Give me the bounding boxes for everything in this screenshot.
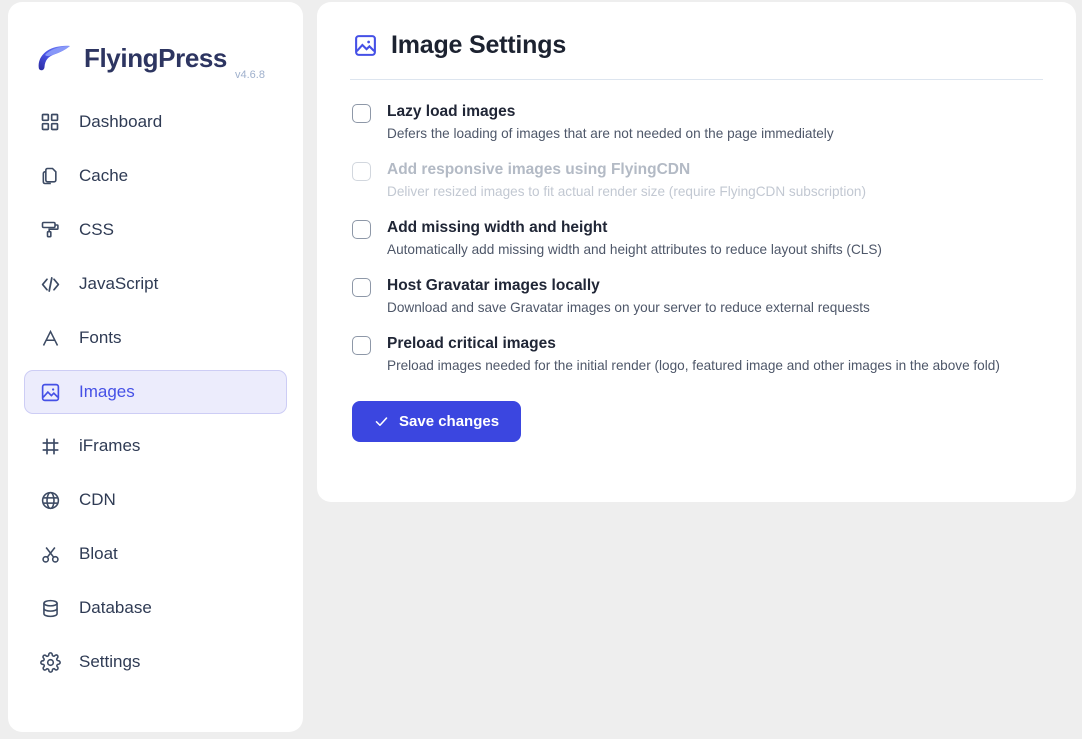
sidebar-item-css[interactable]: CSS	[24, 208, 287, 252]
check-icon	[374, 414, 389, 429]
option-host-gravatar-locally: Host Gravatar images locally Download an…	[352, 276, 1041, 317]
option-description: Download and save Gravatar images on you…	[387, 300, 870, 315]
sidebar-item-label: Bloat	[79, 544, 118, 563]
option-title: Add missing width and height	[387, 219, 608, 236]
grid-icon	[39, 111, 61, 133]
sidebar-item-dashboard[interactable]: Dashboard	[24, 100, 287, 144]
sidebar-item-label: Database	[79, 598, 152, 617]
option-title: Lazy load images	[387, 103, 516, 120]
option-title: Preload critical images	[387, 335, 556, 352]
sidebar-item-fonts[interactable]: Fonts	[24, 316, 287, 360]
sidebar-item-label: Images	[79, 382, 135, 401]
preload-critical-images-checkbox[interactable]	[352, 336, 371, 355]
option-text: Host Gravatar images locally Download an…	[387, 276, 870, 317]
app-root: FlyingPress v4.6.8 Dashboard Cache CSS J…	[0, 0, 1082, 739]
option-description: Preload images needed for the initial re…	[387, 358, 1000, 373]
host-gravatar-locally-checkbox[interactable]	[352, 278, 371, 297]
image-icon	[352, 33, 378, 59]
option-description: Defers the loading of images that are no…	[387, 126, 834, 141]
scissors-icon	[39, 543, 61, 565]
sidebar-nav: Dashboard Cache CSS JavaScript Fonts Ima…	[8, 100, 303, 684]
code-brackets-icon	[39, 273, 61, 295]
globe-icon	[39, 489, 61, 511]
sidebar-item-database[interactable]: Database	[24, 586, 287, 630]
sidebar-item-iframes[interactable]: iFrames	[24, 424, 287, 468]
option-text: Add responsive images using FlyingCDN De…	[387, 160, 866, 201]
database-icon	[39, 597, 61, 619]
option-text: Preload critical images Preload images n…	[387, 334, 1000, 375]
sidebar: FlyingPress v4.6.8 Dashboard Cache CSS J…	[8, 2, 303, 732]
sidebar-item-settings[interactable]: Settings	[24, 640, 287, 684]
save-changes-button[interactable]: Save changes	[352, 401, 522, 442]
option-responsive-images-flyingcdn: Add responsive images using FlyingCDN De…	[352, 160, 1041, 201]
option-description: Deliver resized images to fit actual ren…	[387, 184, 866, 199]
panel-header: Image Settings	[317, 2, 1076, 60]
crop-frame-icon	[39, 435, 61, 457]
font-letter-a-icon	[39, 327, 61, 349]
sidebar-item-label: iFrames	[79, 436, 141, 455]
option-text: Add missing width and height Automatical…	[387, 218, 882, 259]
sidebar-item-label: Fonts	[79, 328, 122, 347]
options-list: Lazy load images Defers the loading of i…	[317, 80, 1076, 442]
option-description: Automatically add missing width and heig…	[387, 242, 882, 257]
option-title: Host Gravatar images locally	[387, 277, 600, 294]
option-add-missing-width-height: Add missing width and height Automatical…	[352, 218, 1041, 259]
option-text: Lazy load images Defers the loading of i…	[387, 102, 834, 143]
brand: FlyingPress v4.6.8	[8, 2, 303, 86]
gear-icon	[39, 651, 61, 673]
option-lazy-load-images: Lazy load images Defers the loading of i…	[352, 102, 1041, 143]
sidebar-item-label: CSS	[79, 220, 114, 239]
responsive-images-checkbox	[352, 162, 371, 181]
image-icon	[39, 381, 61, 403]
sidebar-item-label: CDN	[79, 490, 116, 509]
sidebar-item-label: Settings	[79, 652, 141, 671]
copy-files-icon	[39, 165, 61, 187]
sidebar-item-cdn[interactable]: CDN	[24, 478, 287, 522]
sidebar-item-label: Cache	[79, 166, 129, 185]
sidebar-item-label: Dashboard	[79, 112, 163, 131]
option-title: Add responsive images using FlyingCDN	[387, 161, 691, 178]
sidebar-item-label: JavaScript	[79, 274, 159, 293]
feather-wing-logo-icon	[32, 37, 74, 79]
page-title: Image Settings	[391, 31, 567, 59]
option-preload-critical-images: Preload critical images Preload images n…	[352, 334, 1041, 375]
sidebar-item-javascript[interactable]: JavaScript	[24, 262, 287, 306]
brand-version: v4.6.8	[235, 69, 265, 81]
sidebar-item-bloat[interactable]: Bloat	[24, 532, 287, 576]
save-changes-label: Save changes	[399, 413, 500, 430]
sidebar-item-cache[interactable]: Cache	[24, 154, 287, 198]
brand-name: FlyingPress	[84, 42, 227, 73]
paint-roller-icon	[39, 219, 61, 241]
lazy-load-images-checkbox[interactable]	[352, 104, 371, 123]
image-settings-panel: Image Settings Lazy load images Defers t…	[317, 2, 1076, 502]
sidebar-item-images[interactable]: Images	[24, 370, 287, 414]
add-missing-width-height-checkbox[interactable]	[352, 220, 371, 239]
